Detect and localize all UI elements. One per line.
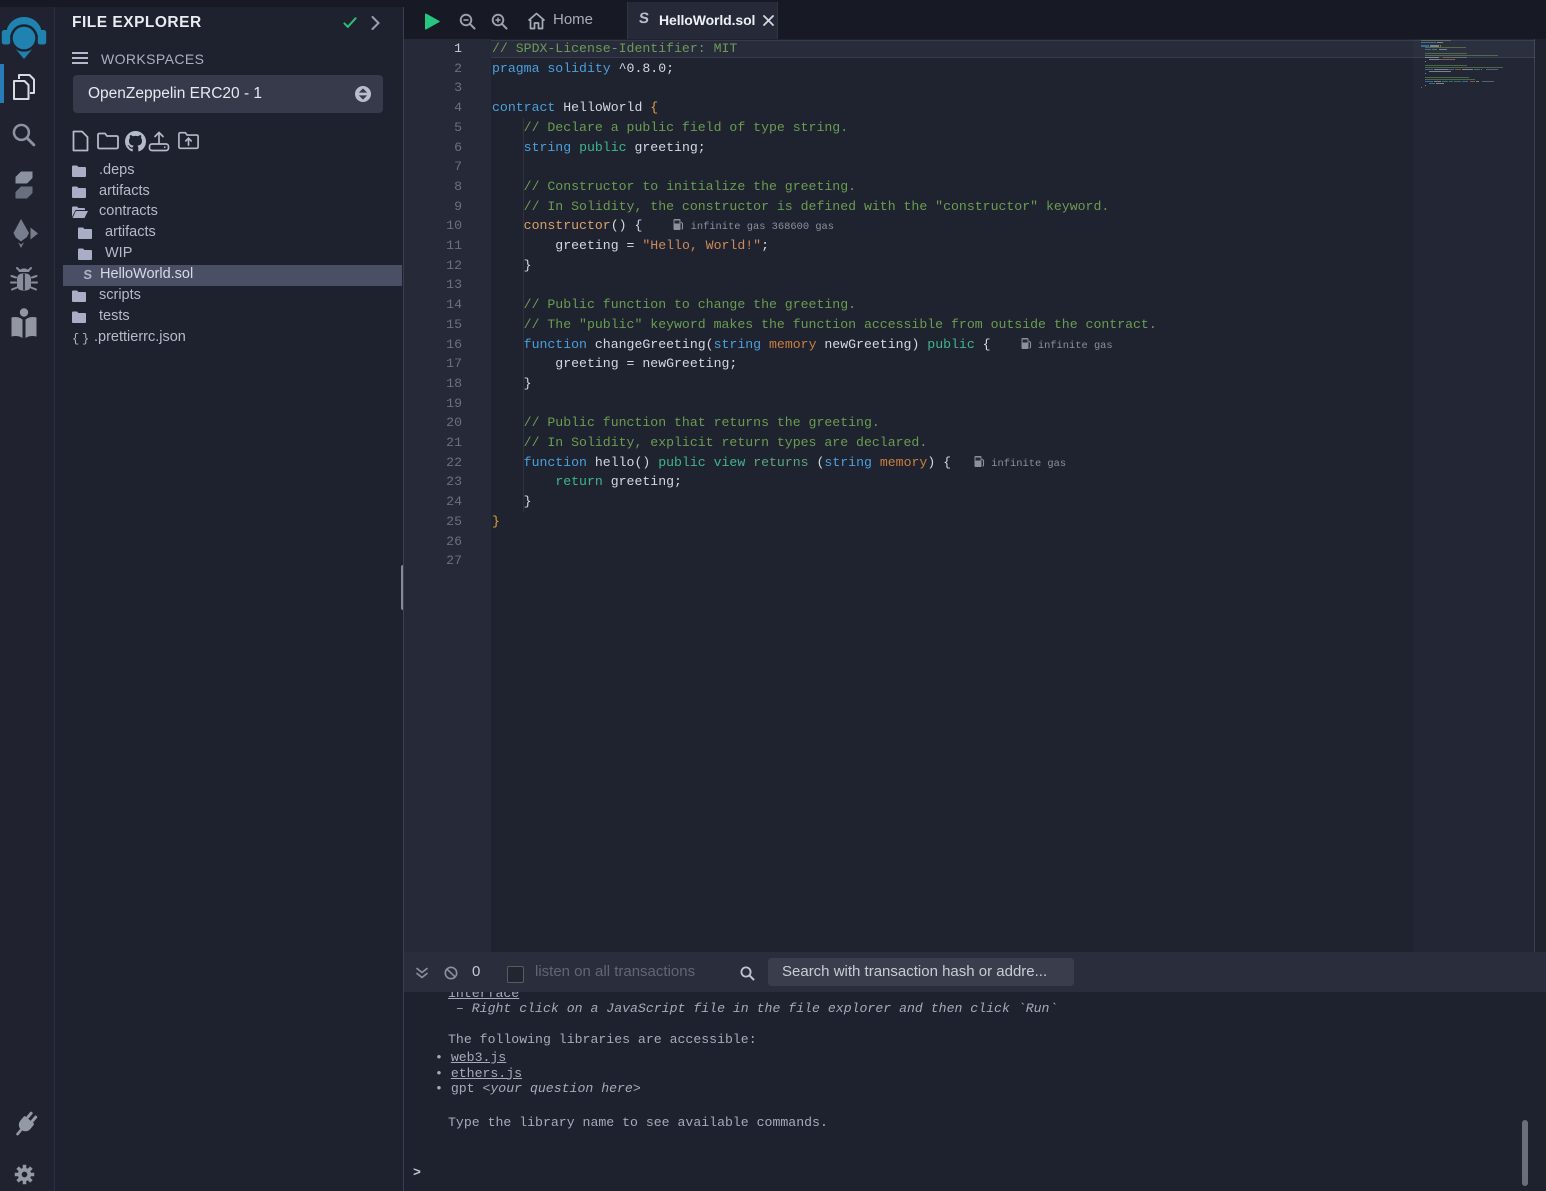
svg-text:S: S [83,267,93,282]
